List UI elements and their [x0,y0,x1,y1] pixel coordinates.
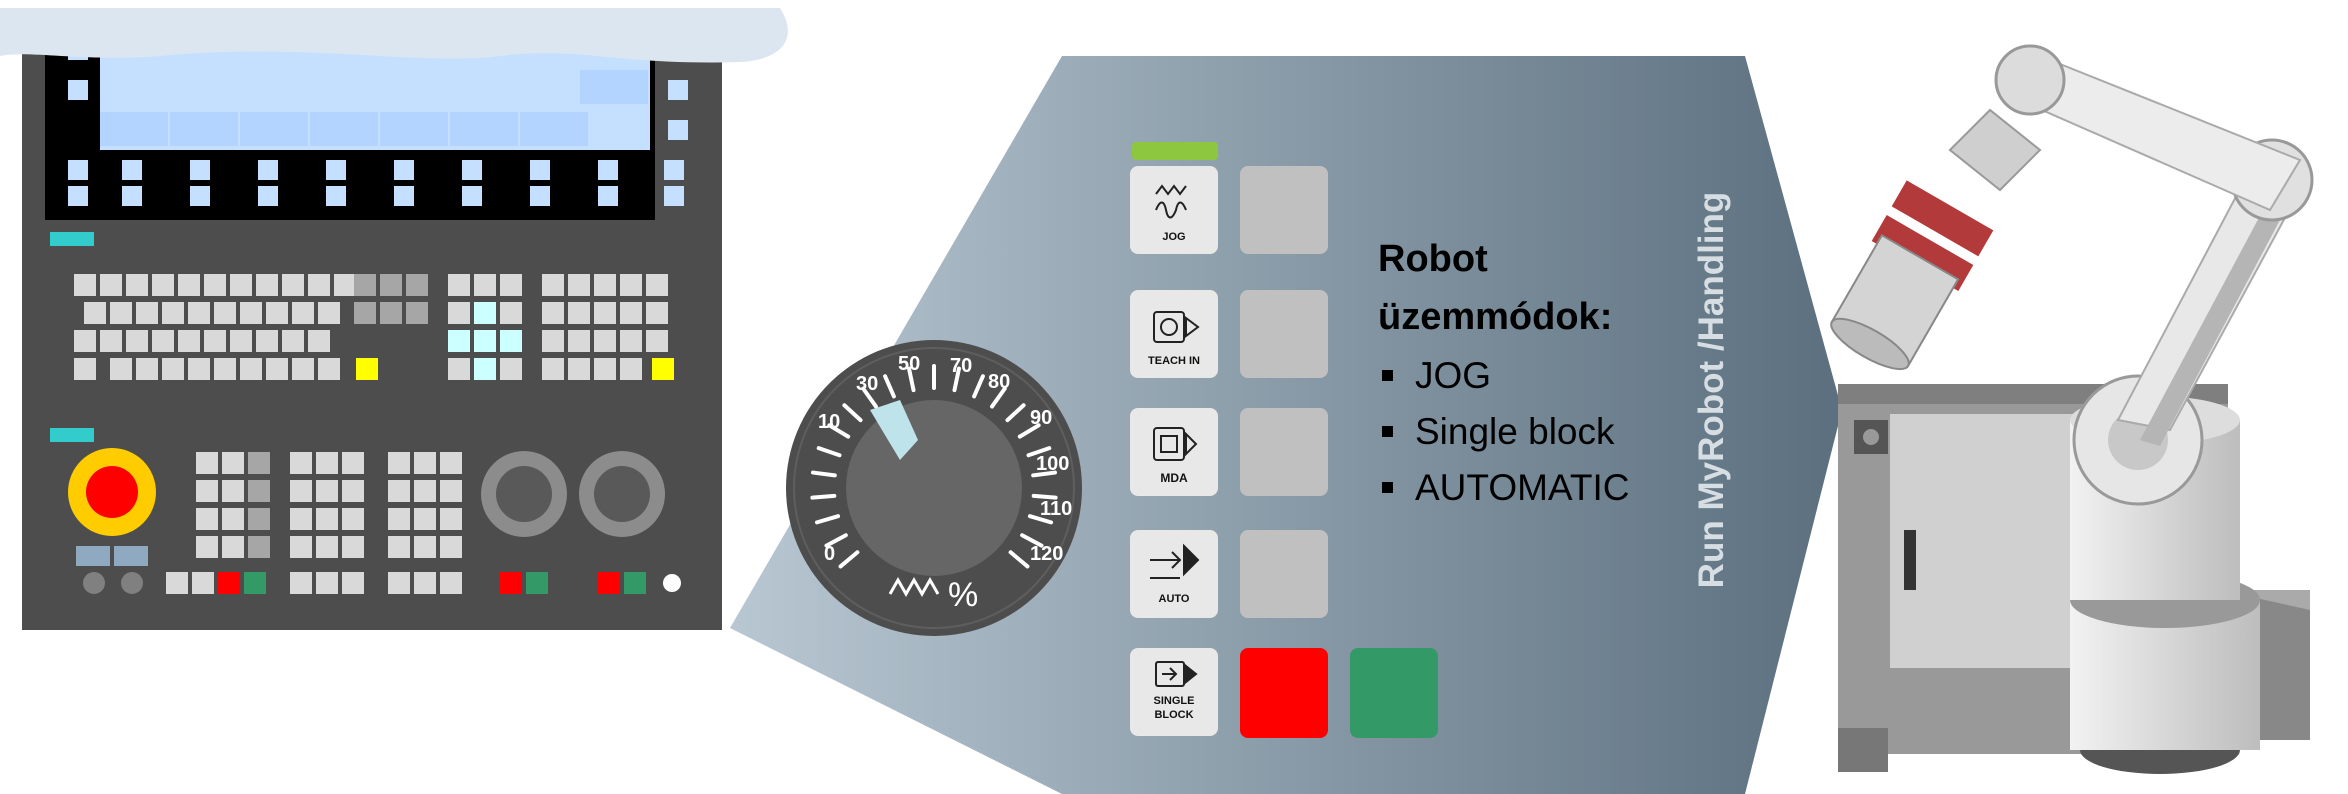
keyswitch [76,546,110,566]
modes-list-item: JOG [1378,348,1738,404]
mode-button-auto[interactable]: AUTO [1130,530,1218,618]
mode-button-label: TEACH IN [1148,355,1200,367]
emergency-stop-button [68,448,156,536]
mode-button-label-line1: SINGLE [1154,695,1195,707]
start-button[interactable] [1350,648,1438,738]
modes-list-item: Single block [1378,404,1738,460]
mode-status-lamp [1240,290,1328,378]
run-myrobot-vertical-label: Run MyRobot /Handling [1692,191,1731,589]
modes-title-line2: üzemmódok: [1378,296,1613,338]
dial-label-100: 100 [1036,453,1069,475]
dial-label-70: 70 [950,355,972,377]
teal-indicator [50,428,94,442]
dial-label-10: 10 [818,411,840,433]
mode-button-mda[interactable]: MDA [1130,408,1218,496]
robot-modes-description: Robot üzemmódok: JOG Single block AUTOMA… [1378,230,1738,516]
dial-tick [810,470,837,478]
mode-button-single-block[interactable]: SINGLE BLOCK [1130,648,1218,736]
dial-unit: % [948,576,978,614]
mode-status-lamp [1240,530,1328,618]
teal-indicator [50,232,94,246]
feed-override-dial: 0 10 30 50 70 80 90 100 110 120 % [786,340,1082,636]
mode-button-jog[interactable]: JOG [1130,166,1218,254]
mode-led-indicator [1132,142,1218,160]
dial-label-50: 50 [898,353,920,375]
mode-button-label: AUTO [1159,593,1190,605]
mode-button-teach-in[interactable]: TEACH IN [1130,290,1218,378]
dial-label-110: 110 [1040,498,1072,520]
dial-label-30: 30 [856,373,878,395]
modes-list-item: AUTOMATIC [1378,460,1738,516]
mode-status-lamp [1240,408,1328,496]
modes-title: Robot üzemmódok: [1378,230,1738,346]
dial-label-90: 90 [1030,407,1052,429]
mode-button-label-line2: BLOCK [1154,709,1193,721]
mode-status-lamp [1240,166,1328,254]
mode-button-label: JOG [1162,231,1185,243]
dial-label-0: 0 [824,543,835,565]
panel-cutaway [0,8,788,63]
indicator-lamp [83,572,105,594]
dial-label-120: 120 [1030,543,1063,565]
robot-gripper [1830,180,1994,371]
diagram-canvas: 0 10 30 50 70 80 90 100 110 120 % JOG TE… [0,8,2314,794]
indicator-lamp [121,572,143,594]
indicator-lamp [663,574,681,592]
mode-button-label: MDA [1160,471,1188,485]
stop-button[interactable] [1240,648,1328,738]
dial-tick [810,493,837,500]
dial-label-80: 80 [988,371,1010,393]
robot-cell-illustration [1830,44,2314,774]
modes-title-line1: Robot [1378,238,1488,280]
modes-list: JOG Single block AUTOMATIC [1378,348,1738,516]
robot-wrist [1948,108,2042,192]
keyswitch [114,546,148,566]
cnc-operator-panel [0,8,788,630]
